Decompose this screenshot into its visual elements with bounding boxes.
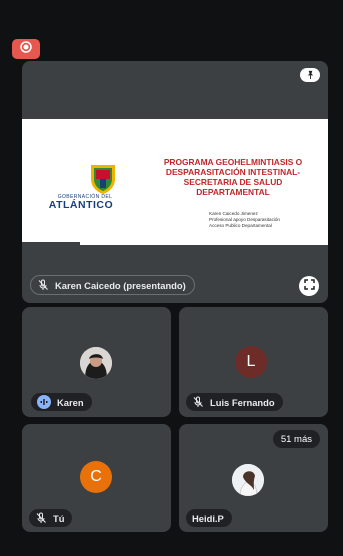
- avatar: L: [235, 346, 267, 378]
- participant-name: Karen: [57, 396, 84, 408]
- avatar: [80, 347, 112, 379]
- avatar-initial: C: [90, 468, 102, 485]
- fullscreen-button[interactable]: [299, 276, 319, 296]
- shared-slide: GOBERNACIÓN DEL ATLÁNTICO PROGRAMA GEOHE…: [22, 119, 328, 245]
- mic-off-icon: [35, 512, 47, 524]
- participant-label: Tú: [28, 508, 74, 528]
- participant-label: Heidi.P: [185, 508, 233, 528]
- avatar: C: [80, 461, 112, 493]
- participant-label: Karen: [30, 392, 93, 412]
- slide-credits: Karen Caicedo Jimenez Profesional apoyo …: [209, 211, 319, 229]
- participant-tile-karen[interactable]: Karen: [22, 307, 171, 417]
- bottom-bar: [0, 544, 343, 556]
- presenter-name: Karen Caicedo (presentando): [55, 279, 186, 291]
- credit-line: Acceso Publico Departamental: [209, 223, 272, 228]
- presenter-label: Karen Caicedo (presentando): [30, 275, 195, 295]
- mic-off-icon: [192, 396, 204, 408]
- recording-indicator[interactable]: [12, 39, 40, 59]
- avatar-initial: L: [246, 353, 256, 370]
- mic-off-icon: [37, 279, 49, 291]
- audio-level-icon: [37, 395, 51, 409]
- slide-title: PROGRAMA GEOHELMINTIASIS O DESPARASITACI…: [163, 157, 303, 197]
- presentation-tile[interactable]: GOBERNACIÓN DEL ATLÁNTICO PROGRAMA GEOHE…: [22, 61, 328, 303]
- pin-button[interactable]: [300, 68, 320, 82]
- more-participants-label: 51 más: [280, 433, 312, 445]
- participant-name: Tú: [53, 512, 65, 524]
- participant-label: Luis Fernando: [185, 392, 284, 412]
- pin-icon: [306, 66, 315, 84]
- participant-name: Heidi.P: [192, 512, 224, 524]
- participant-tile-heidi[interactable]: 51 más Heidi.P: [179, 424, 328, 532]
- slide-progress: [22, 242, 80, 245]
- participant-name: Luis Fernando: [210, 396, 275, 408]
- fullscreen-icon: [303, 277, 315, 295]
- more-participants-button[interactable]: 51 más: [272, 430, 320, 448]
- participant-tile-luis-fernando[interactable]: L Luis Fernando: [179, 307, 328, 417]
- record-icon: [20, 40, 32, 58]
- participant-tile-self[interactable]: C Tú: [22, 424, 171, 532]
- logo-title: ATLÁNTICO: [48, 199, 114, 211]
- avatar: [232, 464, 264, 496]
